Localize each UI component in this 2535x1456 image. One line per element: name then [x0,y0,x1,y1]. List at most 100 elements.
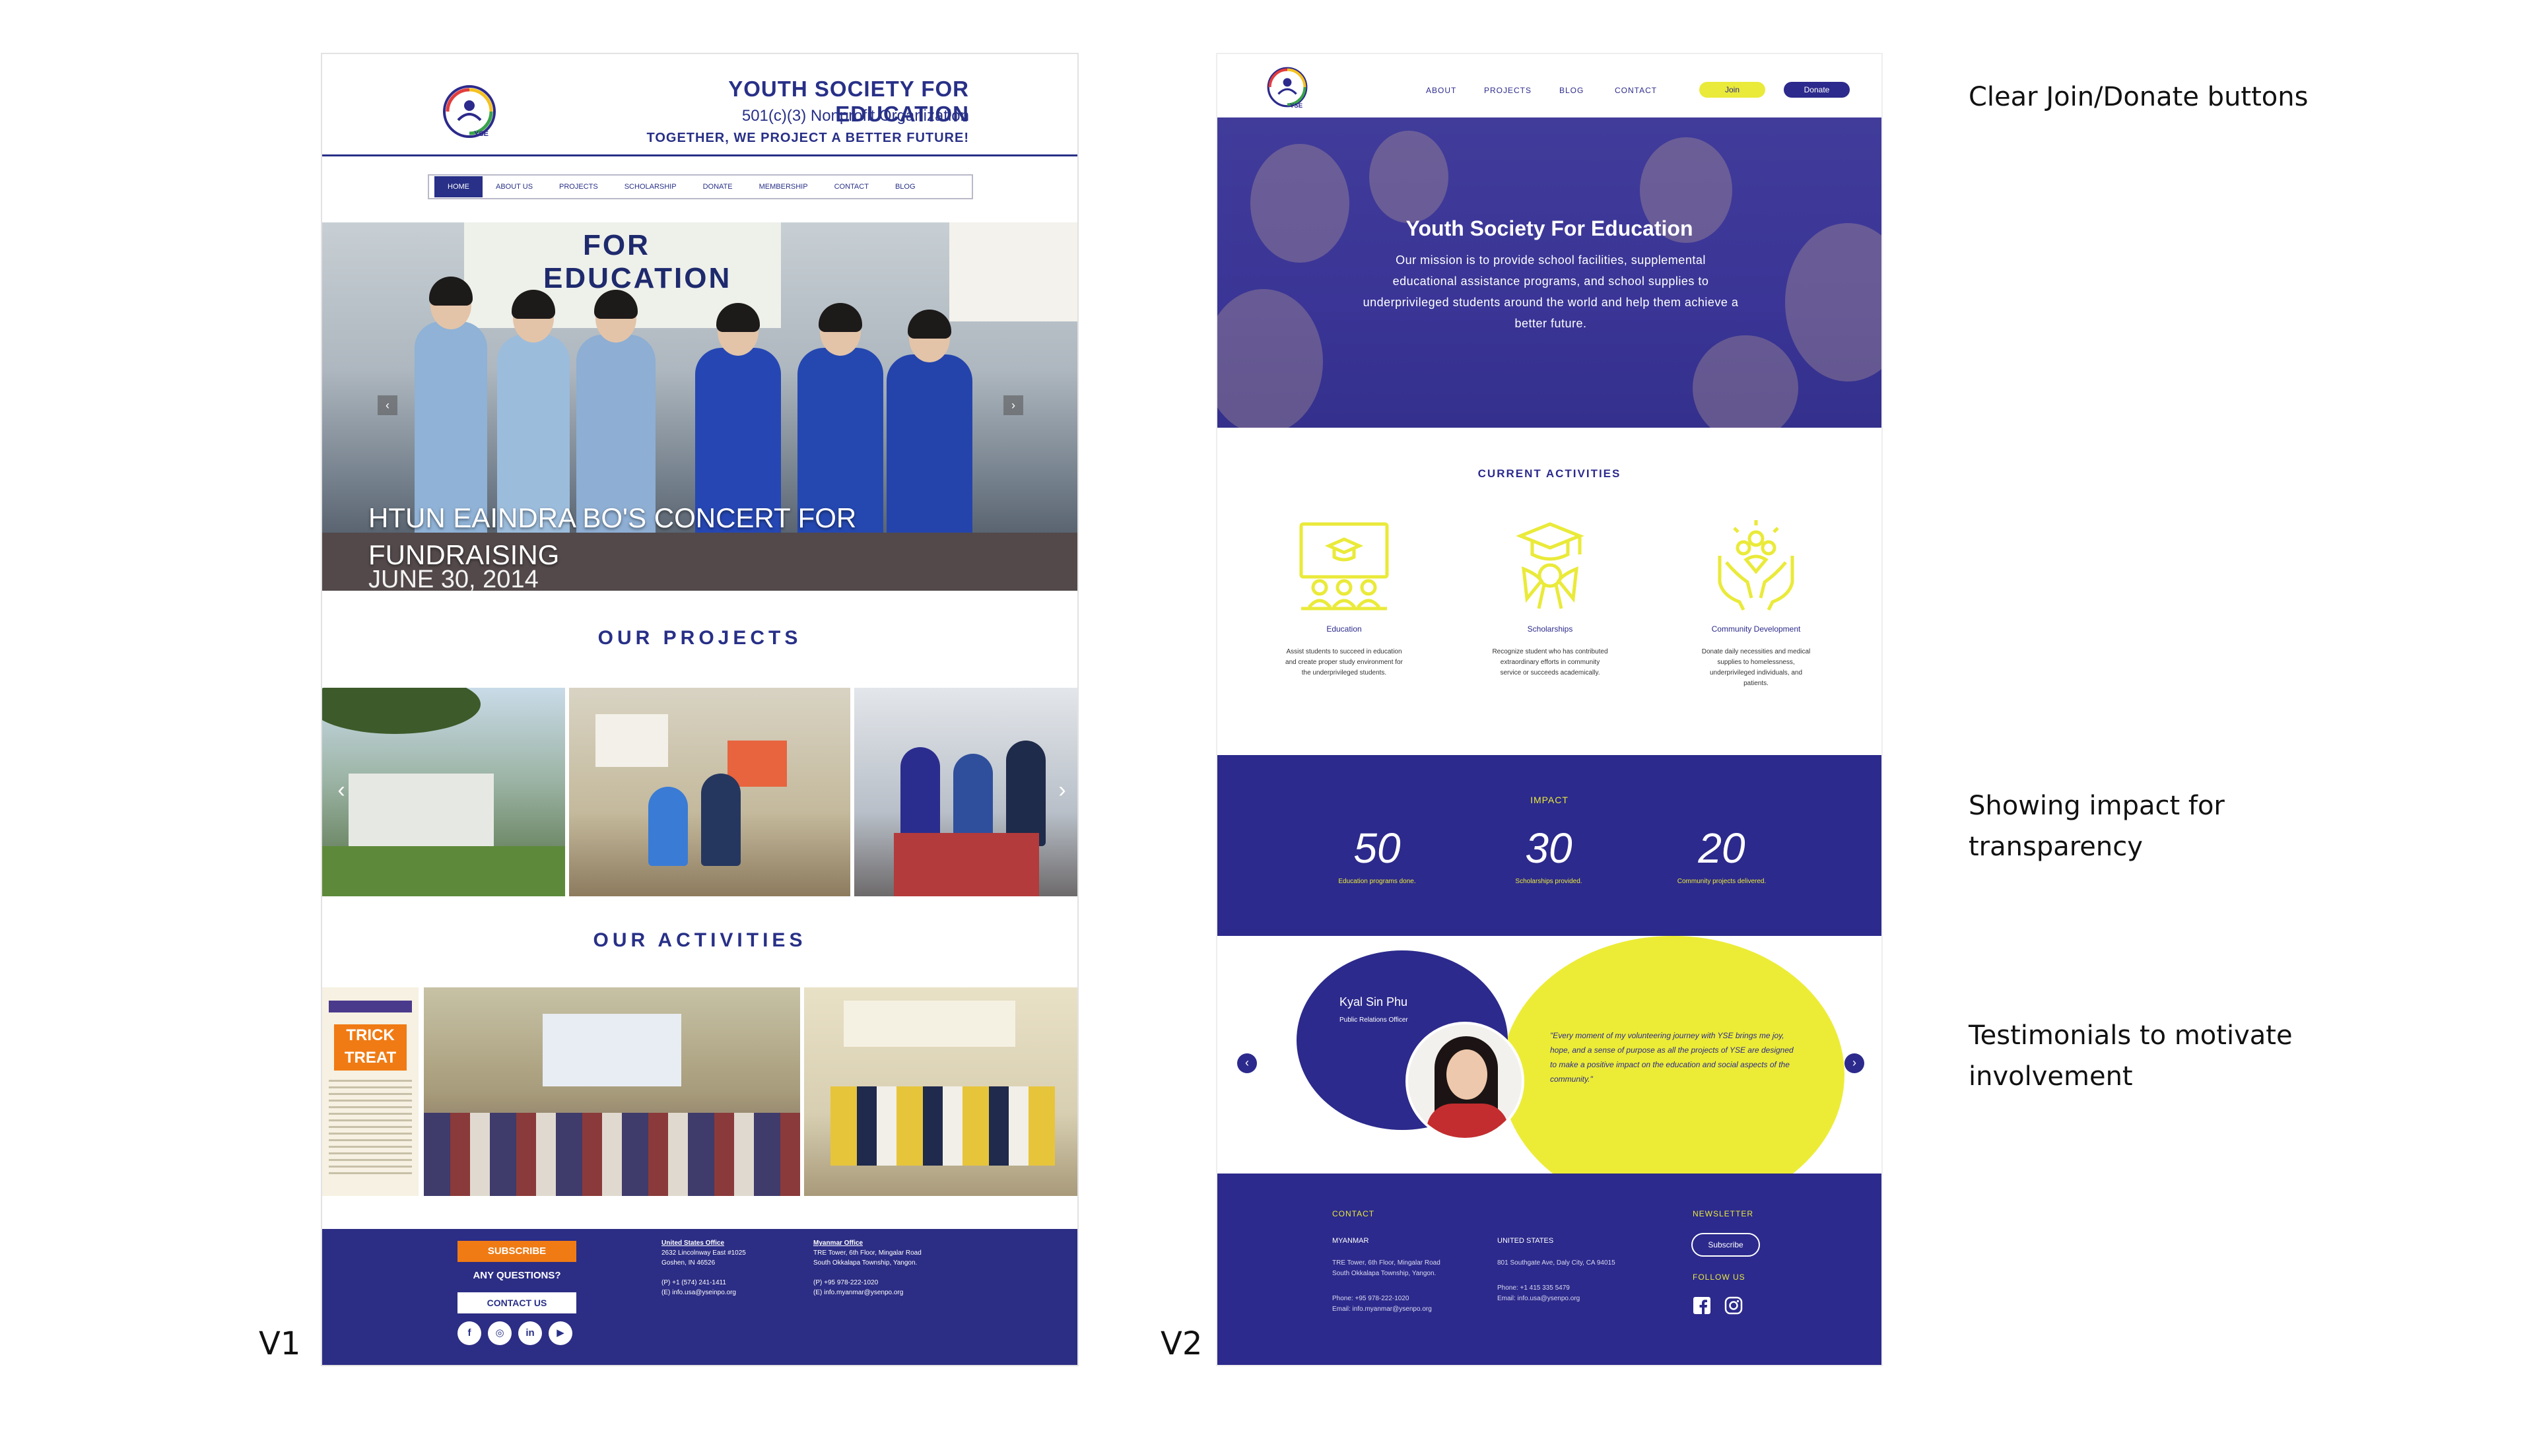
v1-nav-bar: HOME ABOUT US PROJECTS SCHOLARSHIP DONAT… [428,174,973,199]
hero-mission-text: Our mission is to provide school facilit… [1363,253,1739,330]
footer-us-address: 801 Southgate Ave, Daly City, CA 94015 P… [1497,1258,1615,1304]
mm-office-email[interactable]: (E) info.myanmar@ysenpo.org [813,1288,922,1298]
testimonial-prev-icon[interactable]: ‹ [1237,1053,1257,1073]
footer-us-phone: Phone: +1 415 335 5479 [1497,1284,1570,1292]
us-office-title[interactable]: United States Office [661,1238,746,1248]
nav-membership[interactable]: MEMBERSHIP [746,176,821,197]
yse-logo[interactable]: YSE [440,82,499,141]
linkedin-icon[interactable]: in [518,1321,542,1345]
footer-us-heading: UNITED STATES [1497,1237,1554,1245]
projects-next-arrow-icon[interactable]: › [1052,779,1072,801]
newsletter-subscribe-button[interactable]: Subscribe [1691,1233,1760,1257]
v1-hero-slider[interactable]: FOR EDUCATION ‹ › HTUN EAINDRA BO'S CONC… [322,222,1077,591]
testimonial-role: Public Relations Officer [1339,1016,1408,1024]
activity-photo-classroom[interactable] [424,987,800,1196]
hero-photo-child [1250,144,1349,263]
note-buttons: Clear Join/Donate buttons [1969,82,2309,112]
nav-contact[interactable]: CONTACT [1615,86,1657,95]
nav-blog[interactable]: BLOG [882,176,929,197]
testimonial-next-icon[interactable]: › [1844,1053,1864,1073]
mm-office-line1: TRE Tower, 6th Floor, Mingalar Road [813,1249,922,1257]
logo-text: YSE [474,130,489,138]
poster-trick-treat: TRICK TREAT [334,1024,407,1071]
current-activities-heading: CURRENT ACTIVITIES [1477,467,1621,480]
hero-prev-arrow-icon[interactable]: ‹ [378,395,397,415]
testimonial-section: Kyal Sin Phu Public Relations Officer "E… [1217,936,1881,1174]
youtube-icon[interactable]: ▶ [549,1321,572,1345]
instagram-icon[interactable] [1724,1296,1743,1315]
stat-label: Education programs done. [1338,878,1416,885]
impact-heading: IMPACT [1530,795,1569,805]
mm-office-line2: South Okkalapa Township, Yangon. [813,1259,918,1267]
version-label-v2: V2 [1161,1325,1203,1362]
footer-mm-line1: TRE Tower, 6th Floor, Mingalar Road [1332,1259,1440,1267]
facebook-icon[interactable]: f [457,1321,481,1345]
contact-us-button[interactable]: CONTACT US [457,1292,576,1313]
hero-photo-child [1693,335,1798,428]
mm-office-phone: (P) +95 978-222-1020 [813,1279,879,1286]
activity-community[interactable]: Community Development Donate daily neces… [1677,516,1835,689]
mm-office-title[interactable]: Myanmar Office [813,1238,922,1248]
activity-education[interactable]: Education Assist students to succeed in … [1265,516,1423,678]
activity-desc-community: Donate daily necessities and medical sup… [1701,648,1811,687]
footer-us-email[interactable]: Email: info.usa@ysenpo.org [1497,1294,1615,1304]
activity-title-scholarships: Scholarships [1527,624,1573,634]
nav-contact[interactable]: CONTACT [821,176,882,197]
stat-value: 30 [1525,824,1572,872]
join-button[interactable]: Join [1699,82,1765,98]
graduation-icon [1516,522,1584,609]
hero-title: HTUN EAINDRA BO'S CONCERT FOR FUNDRAISIN… [368,500,963,574]
instagram-icon[interactable]: ◎ [488,1321,512,1345]
stat-education-programs: 50 Education programs done. [1304,824,1450,885]
testimonial-name: Kyal Sin Phu [1339,995,1408,1009]
nav-home[interactable]: HOME [434,176,483,197]
activity-title-community: Community Development [1711,624,1801,634]
nav-blog[interactable]: BLOG [1559,86,1584,95]
footer-mm-line2: South Okkalapa Township, Yangon. [1332,1270,1436,1277]
v1-header: YSE YOUTH SOCIETY FOR EDUCATION 501(c)(3… [322,54,1077,156]
nav-about[interactable]: ABOUT [1426,86,1456,95]
v2-footer: CONTACT MYANMAR TRE Tower, 6th Floor, Mi… [1217,1174,1881,1365]
stat-scholarships: 30 Scholarships provided. [1476,824,1621,885]
social-icons: f ◎ in ▶ [457,1321,572,1345]
activity-desc-education: Assist students to succeed in education … [1285,648,1403,677]
activities-heading: OUR ACTIVITIES [593,929,807,951]
banner-text-for: FOR [583,229,650,261]
footer-myanmar-address: TRE Tower, 6th Floor, Mingalar Road Sout… [1332,1258,1440,1315]
hero-sign-photo [949,222,1077,321]
projects-prev-arrow-icon[interactable]: ‹ [331,779,351,801]
footer-myanmar-heading: MYANMAR [1332,1237,1369,1245]
us-office-email[interactable]: (E) info.usa@yseinpo.org [661,1288,746,1298]
nav-projects[interactable]: PROJECTS [546,176,611,197]
project-photo-1[interactable] [322,688,565,896]
project-photo-3[interactable] [854,688,1077,896]
activity-photo-group[interactable] [804,987,1077,1196]
hero-photo-child [1217,289,1323,428]
footer-mm-email[interactable]: Email: info.myanmar@ysenpo.org [1332,1304,1440,1315]
footer-mm-phone: Phone: +95 978-222-1020 [1332,1295,1409,1302]
activity-scholarships[interactable]: Scholarships Recognize student who has c… [1471,516,1629,678]
nav-about-us[interactable]: ABOUT US [483,176,546,197]
activity-title-education: Education [1326,624,1362,634]
activity-poster[interactable]: TRICK TREAT [322,987,419,1196]
us-office-line1: 2632 Lincolnway East #1025 [661,1249,746,1257]
org-tagline: TOGETHER, WE PROJECT A BETTER FUTURE! [646,131,969,145]
footer-contact-heading: CONTACT [1332,1209,1375,1218]
nav-scholarship[interactable]: SCHOLARSHIP [611,176,690,197]
note-impact: Showing impact for transparency [1969,785,2365,867]
v2-header: YSE ABOUT PROJECTS BLOG CONTACT Join Don… [1217,54,1881,117]
project-photo-2[interactable] [569,688,850,896]
us-office-line2: Goshen, IN 46526 [661,1259,716,1267]
yse-logo[interactable]: YSE [1264,63,1311,111]
us-office: United States Office 2632 Lincolnway Eas… [661,1238,746,1298]
donate-button[interactable]: Donate [1784,82,1850,98]
v2-hero: Youth Society For Education Our mission … [1217,117,1881,428]
nav-projects[interactable]: PROJECTS [1484,86,1532,95]
hero-date: JUNE 30, 2014 [368,566,539,591]
note-impact-line2: transparency [1969,832,2143,862]
footer-follow-heading: FOLLOW US [1693,1273,1745,1282]
facebook-icon[interactable] [1693,1296,1711,1315]
hero-next-arrow-icon[interactable]: › [1003,395,1023,415]
subscribe-button[interactable]: SUBSCRIBE [457,1241,576,1262]
nav-donate[interactable]: DONATE [690,176,746,197]
